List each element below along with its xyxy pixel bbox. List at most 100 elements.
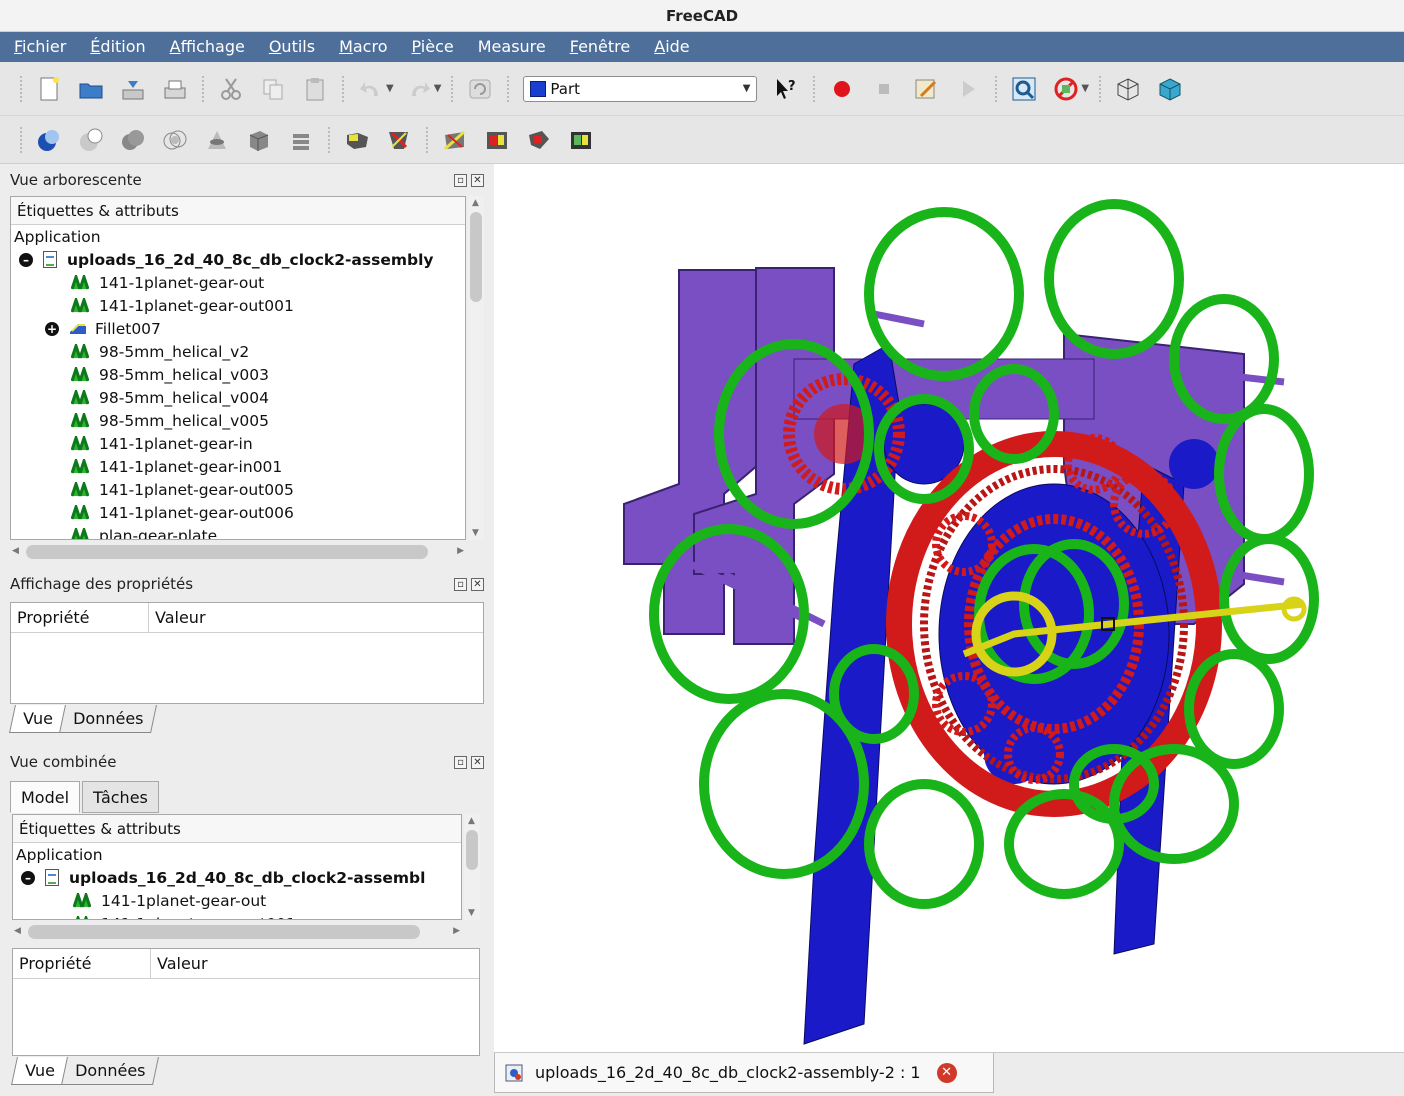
whats-this-icon[interactable]: ? xyxy=(773,76,799,102)
scroll-up-icon[interactable]: ▲ xyxy=(472,198,479,208)
scroll-right-icon[interactable]: ▶ xyxy=(457,546,464,556)
scroll-left-icon[interactable]: ◀ xyxy=(14,926,21,936)
common-icon[interactable] xyxy=(162,127,188,153)
cut-icon[interactable] xyxy=(218,76,244,102)
tab-taches[interactable]: Tâches xyxy=(82,781,159,813)
undo-icon[interactable] xyxy=(358,76,384,102)
tab-vue[interactable]: Vue xyxy=(11,1057,69,1085)
fuse-icon[interactable] xyxy=(120,127,146,153)
tree-header[interactable]: Étiquettes & attributs xyxy=(13,815,461,843)
collapse-icon[interactable]: – xyxy=(19,252,33,267)
tree-item[interactable]: 141-1planet-gear-in xyxy=(11,432,465,455)
scroll-down-icon[interactable]: ▼ xyxy=(468,908,475,918)
menu-measure[interactable]: Measure xyxy=(478,32,546,62)
tree-vertical-scrollbar[interactable]: ▲ ▼ xyxy=(468,196,484,540)
run-macro-icon[interactable] xyxy=(955,76,981,102)
float-icon[interactable]: ▫ xyxy=(454,577,467,591)
revolve-icon[interactable] xyxy=(288,127,314,153)
open-folder-icon[interactable] xyxy=(78,76,104,102)
tree-item[interactable]: 141-1planet-gear-out xyxy=(13,889,461,912)
tree-view[interactable]: Étiquettes & attributs Application – upl… xyxy=(10,196,466,540)
mirror-icon[interactable] xyxy=(484,127,510,153)
workbench-selector[interactable]: Part ▼ xyxy=(523,75,758,102)
record-macro-icon[interactable] xyxy=(829,76,855,102)
scroll-thumb[interactable] xyxy=(466,830,478,870)
scroll-right-icon[interactable]: ▶ xyxy=(453,926,460,936)
value-column-header[interactable]: Valeur xyxy=(151,954,208,973)
scroll-thumb[interactable] xyxy=(470,212,482,302)
property-column-header[interactable]: Propriété xyxy=(11,603,149,632)
tree-item[interactable]: + Fillet007 xyxy=(11,317,465,340)
combo-horizontal-scrollbar[interactable]: ◀ ▶ xyxy=(12,922,462,940)
tree-horizontal-scrollbar[interactable]: ◀ ▶ xyxy=(10,542,466,560)
tree-item[interactable]: 98-5mm_helical_v005 xyxy=(11,409,465,432)
draw-style-icon[interactable] xyxy=(1053,76,1079,102)
tree-application[interactable]: Application xyxy=(11,225,465,248)
value-column-header[interactable]: Valeur xyxy=(149,608,206,627)
property-column-header[interactable]: Propriété xyxy=(13,949,151,978)
tab-donnees[interactable]: Données xyxy=(60,1057,160,1085)
fit-all-icon[interactable] xyxy=(1011,76,1037,102)
tree-item[interactable]: 141-1planet-gear-out001 xyxy=(11,294,465,317)
stop-macro-icon[interactable] xyxy=(871,76,897,102)
scroll-left-icon[interactable]: ◀ xyxy=(12,546,19,556)
view-front-icon[interactable] xyxy=(1157,76,1183,102)
boolean-icon[interactable] xyxy=(36,127,62,153)
float-icon[interactable]: ▫ xyxy=(454,755,467,769)
menu-fichier[interactable]: Fichier xyxy=(14,32,66,62)
tree-document[interactable]: – uploads_16_2d_40_8c_db_clock2-assembl xyxy=(13,866,461,889)
extrude-icon[interactable] xyxy=(246,127,272,153)
new-document-icon[interactable] xyxy=(36,76,62,102)
redo-dropdown-icon[interactable]: ▼ xyxy=(434,83,442,94)
chamfer-icon[interactable] xyxy=(386,127,412,153)
scroll-down-icon[interactable]: ▼ xyxy=(472,528,479,538)
tree-item[interactable]: 141-1planet-gear-out001 xyxy=(13,912,461,919)
close-icon[interactable]: ✕ xyxy=(471,755,484,769)
paste-icon[interactable] xyxy=(302,76,328,102)
combo-property-table[interactable]: Propriété Valeur xyxy=(12,948,480,1056)
close-icon[interactable]: ✕ xyxy=(471,577,484,591)
tree-item[interactable]: 98-5mm_helical_v003 xyxy=(11,363,465,386)
print-icon[interactable] xyxy=(162,76,188,102)
collapse-icon[interactable]: – xyxy=(21,870,35,885)
menu-outils[interactable]: Outils xyxy=(269,32,315,62)
property-table[interactable]: Propriété Valeur xyxy=(10,602,484,704)
document-tab[interactable]: uploads_16_2d_40_8c_db_clock2-assembly-2… xyxy=(494,1053,994,1093)
expand-icon[interactable]: + xyxy=(45,321,59,336)
menu-fenetre[interactable]: Fenêtre xyxy=(570,32,631,62)
combo-vertical-scrollbar[interactable]: ▲ ▼ xyxy=(464,814,480,920)
edit-macro-icon[interactable] xyxy=(913,76,939,102)
offset-icon[interactable] xyxy=(526,127,552,153)
save-icon[interactable] xyxy=(120,76,146,102)
tree-item[interactable]: 141-1planet-gear-out xyxy=(11,271,465,294)
tree-header[interactable]: Étiquettes & attributs xyxy=(11,197,465,225)
cut-shape-icon[interactable] xyxy=(78,127,104,153)
tree-application[interactable]: Application xyxy=(13,843,461,866)
redo-icon[interactable] xyxy=(406,76,432,102)
tree-document[interactable]: – uploads_16_2d_40_8c_db_clock2-assembly xyxy=(11,248,465,271)
tree-item[interactable]: 98-5mm_helical_v004 xyxy=(11,386,465,409)
close-icon[interactable]: ✕ xyxy=(471,173,484,187)
undo-dropdown-icon[interactable]: ▼ xyxy=(386,83,394,94)
refresh-icon[interactable] xyxy=(467,76,493,102)
combo-tree-view[interactable]: Étiquettes & attributs Application – upl… xyxy=(12,814,462,920)
3d-view[interactable] xyxy=(494,164,1404,1052)
shape-builder-icon[interactable] xyxy=(344,127,370,153)
thickness-icon[interactable] xyxy=(568,127,594,153)
menu-macro[interactable]: Macro xyxy=(339,32,387,62)
menu-edition[interactable]: Édition xyxy=(90,32,145,62)
tab-donnees[interactable]: Données xyxy=(58,705,158,733)
section-icon[interactable] xyxy=(204,127,230,153)
scroll-up-icon[interactable]: ▲ xyxy=(468,816,475,826)
scroll-thumb[interactable] xyxy=(26,545,428,559)
tree-item[interactable]: plan-gear-plate xyxy=(11,524,465,539)
draw-style-dropdown-icon[interactable]: ▼ xyxy=(1081,83,1089,94)
close-tab-icon[interactable]: ✕ xyxy=(936,1062,957,1083)
tree-item[interactable]: 98-5mm_helical_v2 xyxy=(11,340,465,363)
tab-vue[interactable]: Vue xyxy=(9,705,67,733)
view-axonometric-icon[interactable] xyxy=(1115,76,1141,102)
scroll-thumb[interactable] xyxy=(28,925,420,939)
tab-model[interactable]: Model xyxy=(10,781,81,813)
menu-aide[interactable]: Aide xyxy=(654,32,689,62)
menu-affichage[interactable]: Affichage xyxy=(170,32,245,62)
